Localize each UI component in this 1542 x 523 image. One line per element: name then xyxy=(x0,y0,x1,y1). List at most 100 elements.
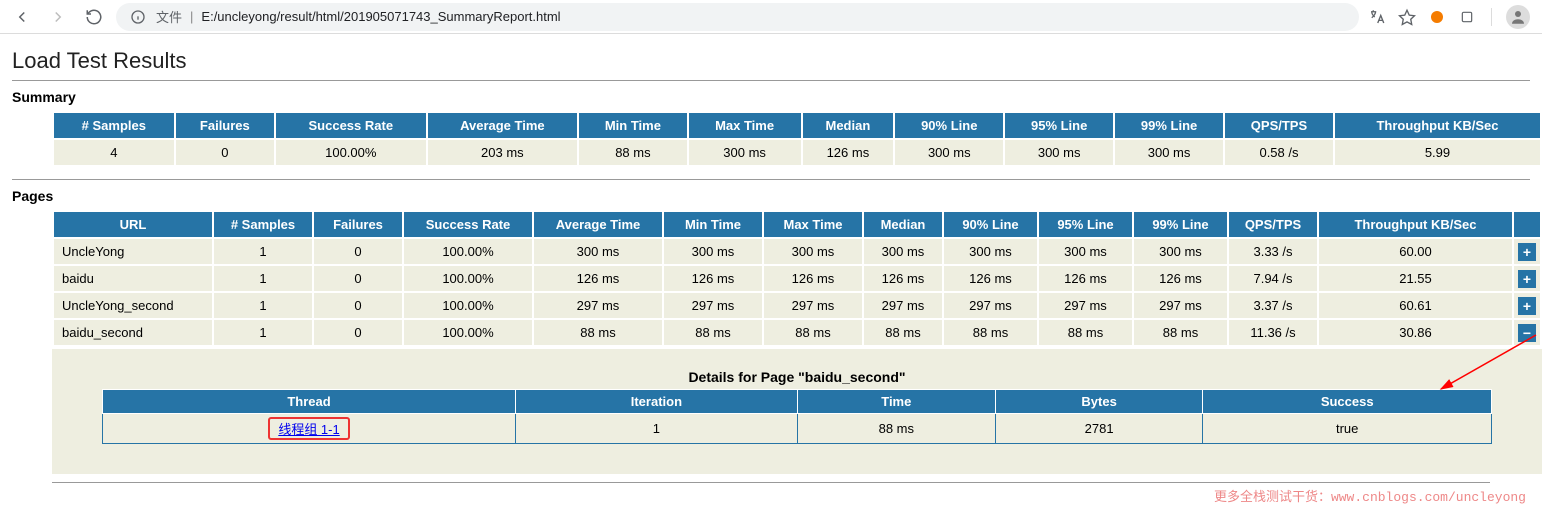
pages-header: Max Time xyxy=(763,211,863,238)
details-panel: Details for Page "baidu_second" ThreadIt… xyxy=(52,347,1542,474)
summary-cell: 0.58 /s xyxy=(1224,139,1334,166)
summary-header: Failures xyxy=(175,112,275,139)
expand-cell: − xyxy=(1513,319,1541,346)
details-success: true xyxy=(1203,414,1492,444)
pages-header: 90% Line xyxy=(943,211,1038,238)
table-row: baidu10100.00%126 ms126 ms126 ms126 ms12… xyxy=(53,265,1541,292)
data-cell: 126 ms xyxy=(1133,265,1228,292)
summary-header: Average Time xyxy=(427,112,579,139)
pages-table: URL# SamplesFailuresSuccess RateAverage … xyxy=(52,210,1542,347)
watermark-text: 更多全栈测试干货：www.cnblogs.com/uncleyong xyxy=(1214,486,1526,505)
forward-button[interactable] xyxy=(44,3,72,31)
data-cell: 88 ms xyxy=(1133,319,1228,346)
data-cell: 1 xyxy=(213,319,313,346)
details-header: Time xyxy=(797,390,995,414)
table-row: baidu_second10100.00%88 ms88 ms88 ms88 m… xyxy=(53,319,1541,346)
expand-cell: + xyxy=(1513,238,1541,265)
summary-header: 95% Line xyxy=(1004,112,1114,139)
summary-cell: 300 ms xyxy=(894,139,1004,166)
summary-header: # Samples xyxy=(53,112,175,139)
expand-cell: + xyxy=(1513,292,1541,319)
extension-icon-orange[interactable] xyxy=(1427,7,1447,27)
data-cell: 297 ms xyxy=(1133,292,1228,319)
data-cell: 297 ms xyxy=(533,292,663,319)
page-content: Load Test Results Summary # SamplesFailu… xyxy=(0,34,1542,523)
details-iteration: 1 xyxy=(516,414,798,444)
extension-icon-grey[interactable] xyxy=(1457,7,1477,27)
star-icon[interactable] xyxy=(1397,7,1417,27)
pages-header: Median xyxy=(863,211,943,238)
data-cell: 88 ms xyxy=(863,319,943,346)
data-cell: 60.00 xyxy=(1318,238,1513,265)
pages-header: Throughput KB/Sec xyxy=(1318,211,1513,238)
data-cell: 100.00% xyxy=(403,238,533,265)
table-row: UncleYong_second10100.00%297 ms297 ms297… xyxy=(53,292,1541,319)
data-cell: 88 ms xyxy=(943,319,1038,346)
details-title: Details for Page "baidu_second" xyxy=(102,369,1492,385)
url-text: E:/uncleyong/result/html/201905071743_Su… xyxy=(201,9,560,24)
summary-header: QPS/TPS xyxy=(1224,112,1334,139)
data-cell: 297 ms xyxy=(663,292,763,319)
data-cell: 300 ms xyxy=(763,238,863,265)
summary-cell: 203 ms xyxy=(427,139,579,166)
details-header: Bytes xyxy=(995,390,1203,414)
address-bar[interactable]: 文件 | E:/uncleyong/result/html/2019050717… xyxy=(116,3,1359,31)
summary-cell: 300 ms xyxy=(1114,139,1224,166)
back-button[interactable] xyxy=(8,3,36,31)
url-cell: baidu_second xyxy=(53,319,213,346)
data-cell: 3.37 /s xyxy=(1228,292,1318,319)
pages-header: 99% Line xyxy=(1133,211,1228,238)
data-cell: 88 ms xyxy=(1038,319,1133,346)
expand-icon[interactable]: + xyxy=(1518,297,1536,315)
data-cell: 126 ms xyxy=(663,265,763,292)
pages-header xyxy=(1513,211,1541,238)
data-cell: 3.33 /s xyxy=(1228,238,1318,265)
data-cell: 21.55 xyxy=(1318,265,1513,292)
summary-header: Median xyxy=(802,112,895,139)
separator xyxy=(52,482,1490,483)
separator xyxy=(12,179,1530,180)
toolbar-right xyxy=(1367,5,1534,29)
pages-header: Failures xyxy=(313,211,403,238)
summary-cell: 0 xyxy=(175,139,275,166)
pages-heading: Pages xyxy=(12,188,1530,204)
translate-icon[interactable] xyxy=(1367,7,1387,27)
data-cell: 0 xyxy=(313,265,403,292)
url-prefix: 文件 xyxy=(156,7,182,26)
summary-cell: 88 ms xyxy=(578,139,688,166)
summary-header: 90% Line xyxy=(894,112,1004,139)
summary-cell: 300 ms xyxy=(688,139,802,166)
summary-header: Max Time xyxy=(688,112,802,139)
profile-avatar[interactable] xyxy=(1506,5,1530,29)
collapse-icon[interactable]: − xyxy=(1518,324,1536,342)
data-cell: 0 xyxy=(313,238,403,265)
pages-header: Average Time xyxy=(533,211,663,238)
data-cell: 297 ms xyxy=(863,292,943,319)
url-cell: baidu xyxy=(53,265,213,292)
details-table: ThreadIterationTimeBytesSuccess 线程组 1-1 … xyxy=(102,389,1492,444)
data-cell: 100.00% xyxy=(403,319,533,346)
data-cell: 126 ms xyxy=(943,265,1038,292)
data-cell: 88 ms xyxy=(763,319,863,346)
data-cell: 126 ms xyxy=(763,265,863,292)
page-title: Load Test Results xyxy=(12,48,1530,74)
details-thread-cell: 线程组 1-1 xyxy=(103,414,516,444)
data-cell: 0 xyxy=(313,319,403,346)
reload-button[interactable] xyxy=(80,3,108,31)
summary-header: Success Rate xyxy=(275,112,427,139)
pages-header: Min Time xyxy=(663,211,763,238)
pages-header: QPS/TPS xyxy=(1228,211,1318,238)
pages-header: URL xyxy=(53,211,213,238)
thread-link[interactable]: 线程组 1-1 xyxy=(278,422,339,437)
data-cell: 7.94 /s xyxy=(1228,265,1318,292)
data-cell: 88 ms xyxy=(533,319,663,346)
expand-icon[interactable]: + xyxy=(1518,243,1536,261)
data-cell: 300 ms xyxy=(1038,238,1133,265)
summary-table: # SamplesFailuresSuccess RateAverage Tim… xyxy=(52,111,1542,167)
annotation-highlight: 线程组 1-1 xyxy=(268,417,349,440)
data-cell: 300 ms xyxy=(1133,238,1228,265)
data-cell: 300 ms xyxy=(663,238,763,265)
expand-icon[interactable]: + xyxy=(1518,270,1536,288)
data-cell: 300 ms xyxy=(943,238,1038,265)
data-cell: 297 ms xyxy=(943,292,1038,319)
